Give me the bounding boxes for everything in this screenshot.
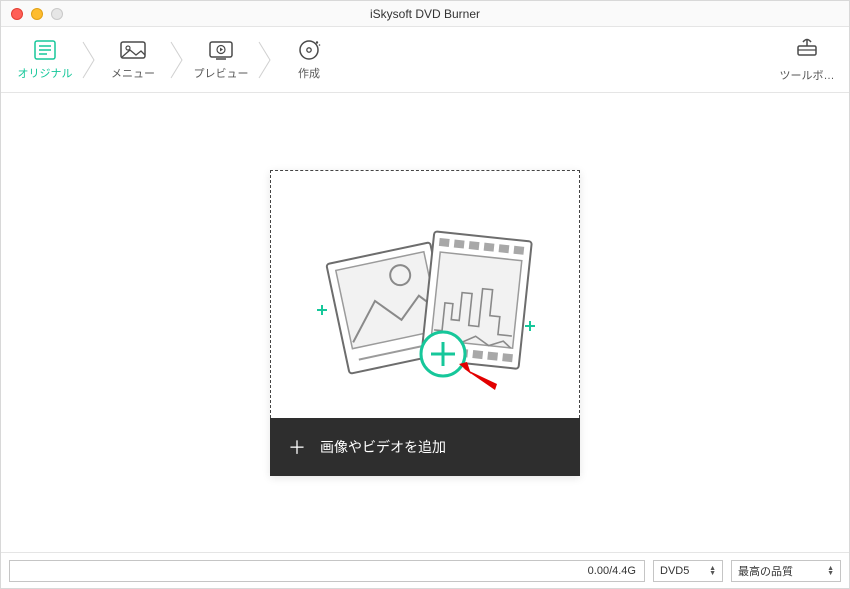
step-preview[interactable]: プレビュー: [187, 27, 255, 92]
add-media-label: 画像やビデオを追加: [320, 437, 446, 457]
chevron-right-icon: [255, 40, 275, 80]
disc-icon: [295, 39, 323, 61]
toolbar: オリジナル メニュー: [1, 27, 849, 93]
toolbox-icon: [793, 36, 821, 63]
toolbox-button[interactable]: ツールボ…: [777, 36, 837, 83]
main-area: ＋ 画像やビデオを追加: [1, 93, 849, 552]
step-label: プレビュー: [194, 65, 249, 81]
titlebar: iSkysoft DVD Burner: [1, 1, 849, 27]
disc-type-select[interactable]: DVD5 ▲▼: [653, 560, 723, 582]
drop-card: ＋ 画像やビデオを追加: [270, 170, 580, 476]
image-icon: [119, 39, 147, 61]
stepper-icon: ▲▼: [709, 566, 716, 576]
step-original[interactable]: オリジナル: [11, 27, 79, 92]
step-burn[interactable]: 作成: [275, 27, 343, 92]
disc-size-field: 0.00/4.4G: [9, 560, 645, 582]
step-breadcrumb: オリジナル メニュー: [11, 27, 343, 92]
play-screen-icon: [207, 39, 235, 61]
toolbox-label: ツールボ…: [777, 67, 837, 83]
step-label: 作成: [298, 65, 320, 81]
quality-value: 最高の品質: [738, 563, 793, 579]
app-title: iSkysoft DVD Burner: [1, 7, 849, 21]
add-media-button[interactable]: ＋ 画像やビデオを追加: [270, 418, 580, 476]
disc-type-value: DVD5: [660, 565, 689, 577]
app-window: iSkysoft DVD Burner オリジナル: [0, 0, 850, 589]
status-bar: 0.00/4.4G DVD5 ▲▼ 最高の品質 ▲▼: [1, 552, 849, 588]
disc-size-text: 0.00/4.4G: [588, 565, 636, 577]
toolbar-right: ツールボ…: [777, 27, 837, 92]
chevron-right-icon: [167, 40, 187, 80]
step-label: メニュー: [111, 65, 155, 81]
chevron-right-icon: [79, 40, 99, 80]
document-icon: [31, 39, 59, 61]
step-menu[interactable]: メニュー: [99, 27, 167, 92]
plus-icon: ＋: [288, 434, 306, 460]
quality-select[interactable]: 最高の品質 ▲▼: [731, 560, 841, 582]
step-label: オリジナル: [18, 65, 73, 81]
media-dropzone[interactable]: [270, 170, 580, 418]
stepper-icon: ▲▼: [827, 566, 834, 576]
dropzone-illustration: [295, 194, 555, 394]
